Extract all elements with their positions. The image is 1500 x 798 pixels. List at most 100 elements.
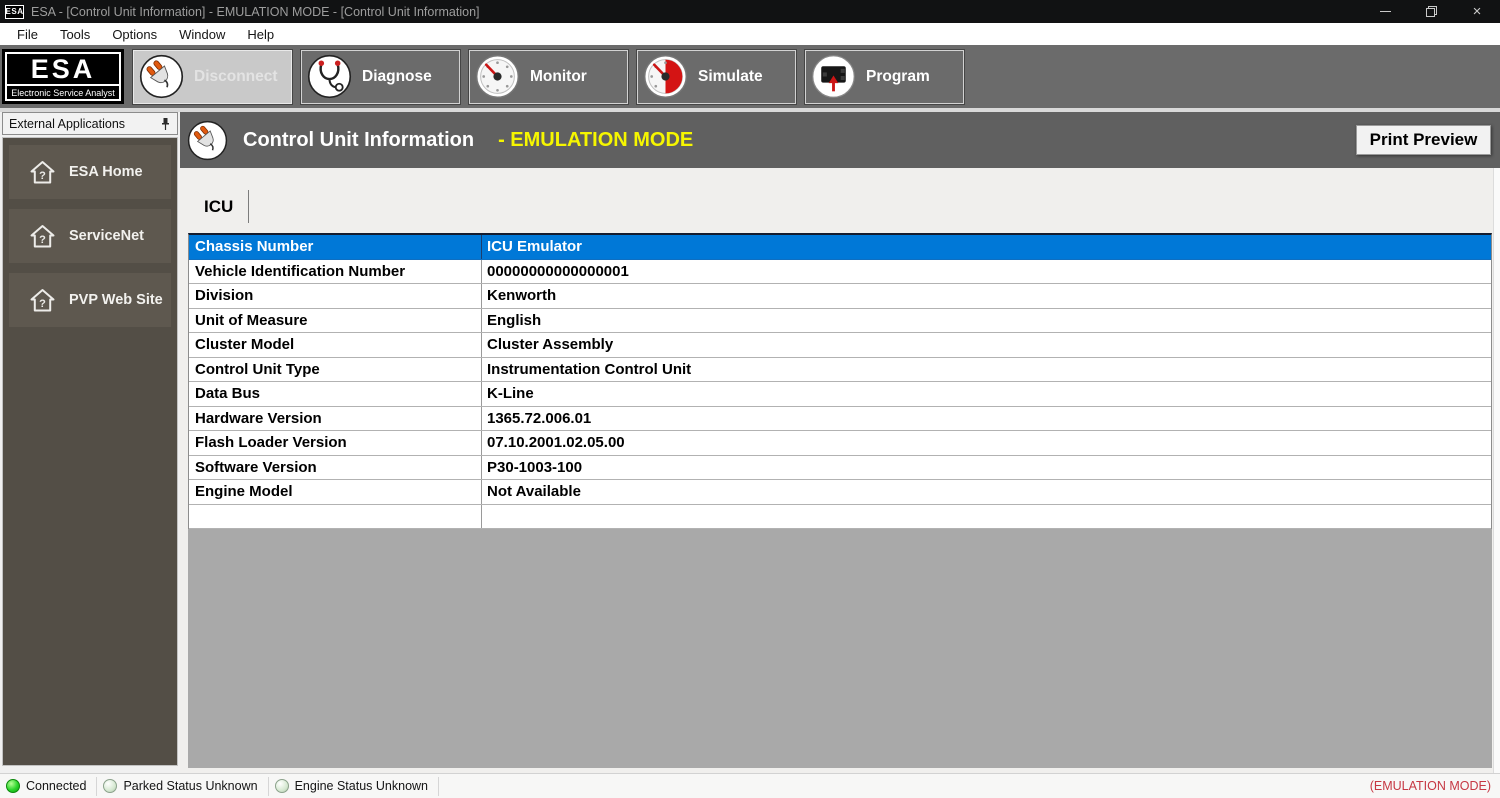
simulate-button[interactable]: Simulate xyxy=(637,50,796,104)
connected-status-icon xyxy=(6,779,20,793)
monitor-button[interactable]: Monitor xyxy=(469,50,628,104)
table-row-hardware-version[interactable]: Hardware Version 1365.72.006.01 xyxy=(189,407,1491,432)
print-preview-button[interactable]: Print Preview xyxy=(1356,125,1491,155)
row-label xyxy=(189,505,482,529)
menu-bar: File Tools Options Window Help xyxy=(0,23,1500,45)
window-title: ESA - [Control Unit Information] - EMULA… xyxy=(31,5,480,19)
engine-status-label: Engine Status Unknown xyxy=(295,779,428,793)
svg-text:?: ? xyxy=(39,298,46,310)
row-label: Hardware Version xyxy=(189,407,482,431)
gauge-half-red-icon xyxy=(643,54,688,99)
tab-icu[interactable]: ICU xyxy=(189,190,249,223)
external-applications-panel: External Applications ? ESA Home xyxy=(0,112,180,773)
row-value: Instrumentation Control Unit xyxy=(482,358,1491,382)
row-value: ICU Emulator xyxy=(482,235,1491,259)
tab-strip: ICU xyxy=(189,190,1492,223)
restore-button[interactable] xyxy=(1408,0,1454,23)
external-applications-header: External Applications xyxy=(2,112,178,135)
page-title: Control Unit Information xyxy=(243,129,474,152)
pvp-web-site-button[interactable]: ? PVP Web Site xyxy=(9,273,171,327)
app-icon: ESA xyxy=(5,5,24,19)
pushpin-icon xyxy=(160,117,171,131)
table-row-flash-loader-version[interactable]: Flash Loader Version 07.10.2001.02.05.00 xyxy=(189,431,1491,456)
svg-text:?: ? xyxy=(39,170,46,182)
servicenet-button[interactable]: ? ServiceNet xyxy=(9,209,171,263)
status-bar: Connected Parked Status Unknown Engine S… xyxy=(0,773,1500,798)
row-label: Division xyxy=(189,284,482,308)
monitor-label: Monitor xyxy=(530,68,587,86)
content-body: ICU Chassis Number ICU Emulator Vehicle … xyxy=(180,168,1500,773)
table-row-control-unit-type[interactable]: Control Unit Type Instrumentation Contro… xyxy=(189,358,1491,383)
title-bar: ESA ESA - [Control Unit Information] - E… xyxy=(0,0,1500,23)
table-row-vin[interactable]: Vehicle Identification Number 0000000000… xyxy=(189,260,1491,285)
esa-logo: ESA Electronic Service Analyst xyxy=(2,49,124,104)
menu-help[interactable]: Help xyxy=(236,23,285,45)
plug-icon xyxy=(139,54,184,99)
row-label: Unit of Measure xyxy=(189,309,482,333)
menu-file[interactable]: File xyxy=(6,23,49,45)
simulate-label: Simulate xyxy=(698,68,763,86)
gauge-icon xyxy=(475,54,520,99)
home-icon: ? xyxy=(29,288,56,313)
plug-icon xyxy=(187,120,228,161)
row-value: Cluster Assembly xyxy=(482,333,1491,357)
stethoscope-icon xyxy=(307,54,352,99)
row-value: 00000000000000001 xyxy=(482,260,1491,284)
table-row-unit-of-measure[interactable]: Unit of Measure English xyxy=(189,309,1491,334)
row-value: 07.10.2001.02.05.00 xyxy=(482,431,1491,455)
home-icon: ? xyxy=(29,160,56,185)
program-button[interactable]: Program xyxy=(805,50,964,104)
esa-logo-subtitle: Electronic Service Analyst xyxy=(7,84,119,99)
minimize-button[interactable] xyxy=(1362,0,1408,23)
esa-home-label: ESA Home xyxy=(69,164,143,180)
table-row-chassis-number[interactable]: Chassis Number ICU Emulator xyxy=(189,235,1491,260)
menu-tools[interactable]: Tools xyxy=(49,23,101,45)
row-label: Software Version xyxy=(189,456,482,480)
row-value: Kenworth xyxy=(482,284,1491,308)
content-area: Control Unit Information - EMULATION MOD… xyxy=(180,112,1500,773)
row-value: Not Available xyxy=(482,480,1491,504)
content-header: Control Unit Information - EMULATION MOD… xyxy=(180,112,1500,168)
svg-text:?: ? xyxy=(39,234,46,246)
status-parked: Parked Status Unknown xyxy=(99,777,268,796)
parked-status-icon xyxy=(103,779,117,793)
main-region: External Applications ? ESA Home xyxy=(0,108,1500,773)
diagnose-label: Diagnose xyxy=(362,68,432,86)
parked-status-label: Parked Status Unknown xyxy=(123,779,257,793)
table-row-engine-model[interactable]: Engine Model Not Available xyxy=(189,480,1491,505)
close-button[interactable]: × xyxy=(1454,0,1500,23)
empty-client-area xyxy=(188,529,1492,768)
row-label: Chassis Number xyxy=(189,235,482,259)
row-value: English xyxy=(482,309,1491,333)
status-engine: Engine Status Unknown xyxy=(271,777,439,796)
table-row-data-bus[interactable]: Data Bus K-Line xyxy=(189,382,1491,407)
row-label: Flash Loader Version xyxy=(189,431,482,455)
row-value: 1365.72.006.01 xyxy=(482,407,1491,431)
row-value xyxy=(482,505,1491,529)
window-controls: × xyxy=(1362,0,1500,23)
row-label: Engine Model xyxy=(189,480,482,504)
disconnect-label: Disconnect xyxy=(194,68,278,86)
table-row-cluster-model[interactable]: Cluster Model Cluster Assembly xyxy=(189,333,1491,358)
restore-icon xyxy=(1426,6,1437,17)
row-label: Control Unit Type xyxy=(189,358,482,382)
esa-logo-title: ESA xyxy=(7,54,119,84)
table-row-software-version[interactable]: Software Version P30-1003-100 xyxy=(189,456,1491,481)
status-connected: Connected xyxy=(2,777,97,796)
row-value: K-Line xyxy=(482,382,1491,406)
diagnose-button[interactable]: Diagnose xyxy=(301,50,460,104)
application-window: ESA ESA - [Control Unit Information] - E… xyxy=(0,0,1500,798)
pin-button[interactable] xyxy=(160,117,171,131)
table-row-division[interactable]: Division Kenworth xyxy=(189,284,1491,309)
menu-options[interactable]: Options xyxy=(101,23,168,45)
row-label: Cluster Model xyxy=(189,333,482,357)
vertical-scrollbar[interactable] xyxy=(1493,168,1500,773)
menu-window[interactable]: Window xyxy=(168,23,236,45)
row-label: Data Bus xyxy=(189,382,482,406)
servicenet-label: ServiceNet xyxy=(69,228,144,244)
row-label: Vehicle Identification Number xyxy=(189,260,482,284)
minimize-icon xyxy=(1380,11,1391,12)
table-row-empty[interactable] xyxy=(189,505,1491,530)
esa-home-button[interactable]: ? ESA Home xyxy=(9,145,171,199)
disconnect-button[interactable]: Disconnect xyxy=(133,50,292,104)
